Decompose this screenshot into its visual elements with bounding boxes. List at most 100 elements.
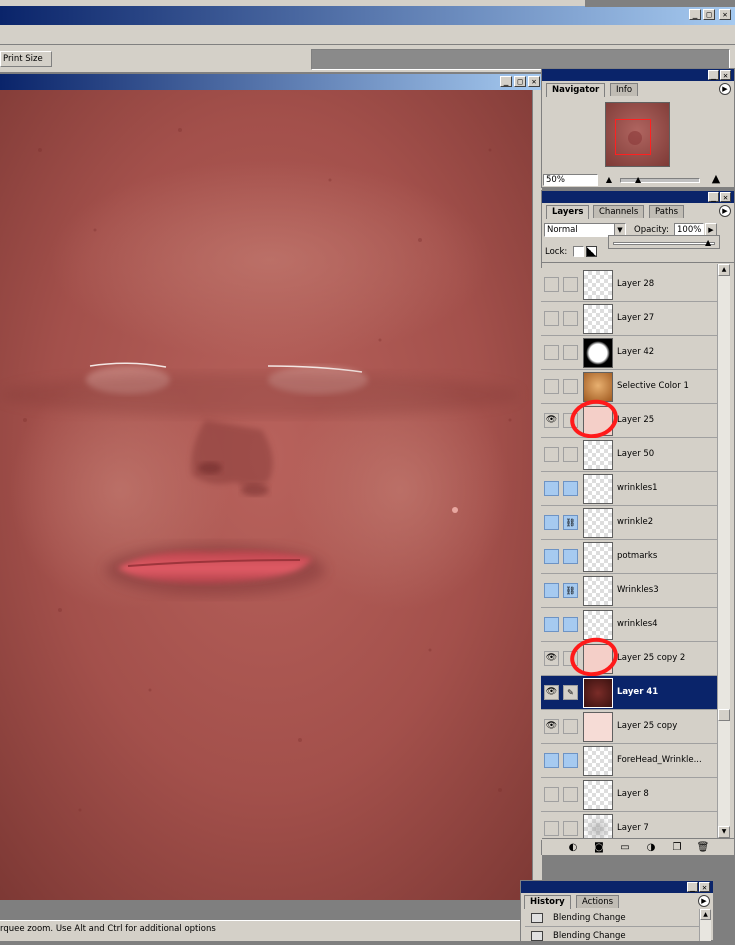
document-canvas[interactable] xyxy=(0,90,534,901)
trash-icon[interactable]: 🗑 xyxy=(694,841,712,855)
history-scroll-up-button[interactable]: ▲ xyxy=(700,909,711,920)
layers-scrollbar[interactable]: ▲ ▼ xyxy=(717,264,730,840)
folder-icon[interactable]: ▭ xyxy=(616,841,634,855)
navigator-menu-icon[interactable]: ▶ xyxy=(719,83,731,95)
visibility-toggle[interactable] xyxy=(544,345,559,360)
tab-info[interactable]: Info xyxy=(610,83,639,96)
layers-title-bar[interactable] xyxy=(542,191,734,203)
layer-thumbnail[interactable] xyxy=(583,474,613,504)
layer-row[interactable]: 👁 Layer 25 xyxy=(541,395,717,443)
visibility-toggle[interactable] xyxy=(544,447,559,462)
doc-minimize-button[interactable]: _ xyxy=(500,76,512,87)
layer-row[interactable]: Selective Color 1 xyxy=(541,370,717,404)
layer-thumbnail[interactable] xyxy=(583,440,613,470)
mask-icon[interactable]: ◙ xyxy=(590,841,608,855)
adjustment-layer-icon[interactable]: ◑ xyxy=(642,841,660,855)
tab-layers[interactable]: Layers xyxy=(546,205,590,219)
link-toggle[interactable] xyxy=(563,549,578,564)
app-close-button[interactable]: ✕ xyxy=(719,9,731,20)
layer-thumbnail[interactable] xyxy=(583,610,613,640)
chain-link-icon[interactable]: ⛓ xyxy=(563,515,578,530)
layer-row[interactable]: 👁 Layer 25 copy 2 xyxy=(541,633,717,681)
visibility-toggle[interactable] xyxy=(544,515,559,530)
layers-close-button[interactable]: ✕ xyxy=(720,192,731,202)
navigator-zoom-slider-thumb[interactable]: ▲ xyxy=(635,176,641,184)
layer-thumbnail[interactable] xyxy=(583,746,613,776)
layer-thumbnail[interactable] xyxy=(583,576,613,606)
doc-close-button[interactable]: ✕ xyxy=(528,76,540,87)
layer-thumbnail[interactable] xyxy=(583,406,613,436)
visibility-toggle[interactable] xyxy=(544,379,559,394)
eye-icon[interactable]: 👁 xyxy=(544,719,559,734)
app-maximize-button[interactable]: □ xyxy=(703,9,715,20)
link-toggle[interactable] xyxy=(563,719,578,734)
history-minimize-button[interactable]: _ xyxy=(687,882,698,892)
layer-thumbnail[interactable] xyxy=(583,644,613,674)
link-toggle[interactable] xyxy=(563,311,578,326)
tab-channels[interactable]: Channels xyxy=(593,205,645,218)
navigator-minimize-button[interactable]: _ xyxy=(708,70,719,80)
navigator-close-button[interactable]: ✕ xyxy=(720,70,731,80)
layer-row[interactable]: ⛓ Wrinkles3 xyxy=(541,574,717,608)
opacity-slider-thumb[interactable]: ▲ xyxy=(705,239,711,247)
history-scrollbar[interactable]: ▲ xyxy=(699,909,711,941)
opacity-slider-track[interactable] xyxy=(613,242,715,245)
navigator-zoom-field[interactable]: 50% xyxy=(543,174,598,186)
layer-thumbnail[interactable] xyxy=(583,542,613,572)
tab-actions[interactable]: Actions xyxy=(576,895,620,908)
layer-thumbnail[interactable] xyxy=(583,780,613,810)
layers-minimize-button[interactable]: _ xyxy=(708,192,719,202)
layer-row[interactable]: potmarks xyxy=(541,540,717,574)
link-toggle[interactable] xyxy=(563,345,578,360)
navigator-zoom-slider[interactable]: ▲ xyxy=(620,176,700,184)
link-toggle[interactable] xyxy=(563,481,578,496)
layer-row[interactable]: Layer 8 xyxy=(541,778,717,812)
layer-thumbnail[interactable] xyxy=(583,304,613,334)
layer-row[interactable]: ⛓ wrinkle2 xyxy=(541,506,717,540)
layer-thumbnail[interactable] xyxy=(583,712,613,742)
history-item[interactable]: Blending Change xyxy=(525,910,711,927)
lock-transparency-checkbox[interactable] xyxy=(573,246,584,257)
navigator-title-bar[interactable] xyxy=(542,69,734,81)
link-toggle[interactable] xyxy=(563,447,578,462)
layer-row[interactable]: 👁 ✎ Layer 41 xyxy=(541,676,717,710)
layer-thumbnail[interactable] xyxy=(583,338,613,368)
layer-row[interactable]: Layer 7 xyxy=(541,812,717,840)
new-layer-icon[interactable]: ❐ xyxy=(668,841,686,855)
visibility-toggle[interactable] xyxy=(544,787,559,802)
history-item[interactable]: Blending Change xyxy=(525,928,711,945)
visibility-toggle[interactable] xyxy=(544,549,559,564)
visibility-toggle[interactable] xyxy=(544,753,559,768)
link-toggle[interactable] xyxy=(563,277,578,292)
navigator-thumbnail[interactable] xyxy=(605,102,670,167)
tab-history[interactable]: History xyxy=(524,895,571,909)
doc-maximize-button[interactable]: □ xyxy=(514,76,526,87)
layer-row[interactable]: Layer 42 xyxy=(541,336,717,370)
visibility-toggle[interactable] xyxy=(544,481,559,496)
link-toggle[interactable] xyxy=(563,651,578,666)
history-title-bar[interactable] xyxy=(521,881,713,893)
history-close-button[interactable]: ✕ xyxy=(699,882,710,892)
tab-paths[interactable]: Paths xyxy=(649,205,685,218)
tab-navigator[interactable]: Navigator xyxy=(546,83,606,97)
layers-menu-icon[interactable]: ▶ xyxy=(719,205,731,217)
layer-row[interactable]: Layer 27 xyxy=(541,302,717,336)
layer-row[interactable]: ForeHead_Wrinkle... xyxy=(541,744,717,778)
print-size-button[interactable]: Print Size xyxy=(0,51,52,67)
layer-style-icon[interactable]: ◐ xyxy=(564,841,582,855)
visibility-toggle[interactable] xyxy=(544,617,559,632)
layer-row[interactable]: 👁 Layer 25 copy xyxy=(541,710,717,744)
history-menu-icon[interactable]: ▶ xyxy=(698,895,710,907)
layers-scroll-up-button[interactable]: ▲ xyxy=(718,264,730,276)
zoom-out-mountain-icon[interactable]: ▲ xyxy=(600,174,618,186)
layer-thumbnail[interactable] xyxy=(583,678,613,708)
opacity-slider-popup[interactable]: ▲ xyxy=(608,235,720,249)
layer-thumbnail[interactable] xyxy=(583,372,613,402)
app-minimize-button[interactable]: _ xyxy=(689,9,701,20)
visibility-toggle[interactable] xyxy=(544,583,559,598)
link-toggle[interactable] xyxy=(563,821,578,836)
layer-row[interactable]: wrinkles1 xyxy=(541,472,717,506)
visibility-toggle[interactable] xyxy=(544,277,559,292)
layer-thumbnail[interactable] xyxy=(583,270,613,300)
visibility-toggle[interactable] xyxy=(544,821,559,836)
